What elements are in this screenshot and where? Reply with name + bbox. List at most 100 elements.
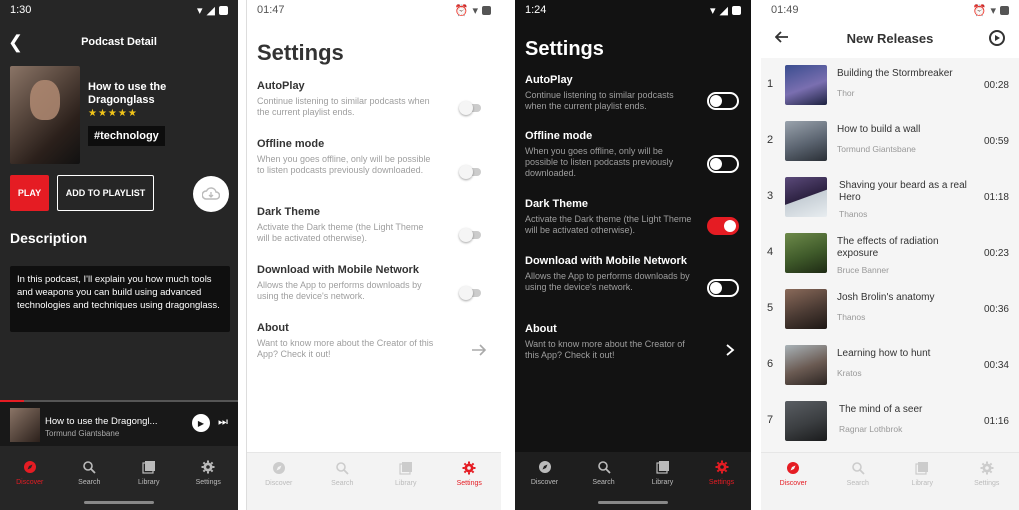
episode-thumbnail <box>785 401 827 441</box>
autoplay-toggle[interactable] <box>459 101 481 115</box>
setting-mobile-download: Download with Mobile Network Allows the … <box>525 255 690 292</box>
chevron-right-icon[interactable] <box>725 343 735 357</box>
list-item[interactable]: 1 Building the Stormbreaker Thor 00:28 <box>761 58 1019 114</box>
setting-mobile-download: Download with Mobile Network Allows the … <box>257 264 422 301</box>
nav-settings[interactable]: Settings <box>438 453 502 510</box>
status-time: 1:24 <box>525 4 547 16</box>
setting-about[interactable]: About Want to know more about the Creato… <box>257 322 437 360</box>
offline-mode-toggle[interactable] <box>459 165 481 179</box>
download-button[interactable] <box>193 176 229 212</box>
episode-thumbnail <box>785 65 827 105</box>
dark-theme-toggle[interactable] <box>707 217 739 235</box>
nav-search[interactable]: Search <box>826 453 891 510</box>
search-icon <box>336 462 349 475</box>
nav-settings[interactable]: Settings <box>179 452 239 510</box>
library-icon <box>142 461 155 474</box>
skip-next-icon[interactable]: ⏭ <box>218 416 228 429</box>
play-button[interactable]: PLAY <box>10 175 49 211</box>
autoplay-toggle[interactable] <box>707 92 739 110</box>
compass-icon <box>787 462 800 474</box>
podcast-title: How to use the Dragonglass <box>88 81 167 106</box>
episode-thumbnail <box>785 233 827 273</box>
home-indicator <box>84 501 154 504</box>
list-item[interactable]: 3 Shaving your beard as a real Hero Than… <box>761 170 1019 226</box>
mobile-download-toggle[interactable] <box>707 279 739 297</box>
library-icon <box>655 461 669 474</box>
mini-player-title: How to use the Dragongl... <box>45 416 158 427</box>
gear-icon <box>980 461 994 475</box>
nav-discover[interactable]: Discover <box>761 453 826 510</box>
settings-dark-screen: 1:24 ▾ ◢ Settings AutoPlay Continue list… <box>515 0 751 510</box>
setting-autoplay: AutoPlay Continue listening to similar p… <box>257 80 430 117</box>
status-icons: ▾ ◢ <box>197 4 228 17</box>
nav-discover[interactable]: Discover <box>515 452 574 510</box>
podcast-cover-image <box>10 66 80 164</box>
list-item[interactable]: 7 The mind of a seer Ragnar Lothbrok 01:… <box>761 394 1019 450</box>
bottom-nav: Discover Search Library Settings <box>247 452 501 510</box>
offline-mode-toggle[interactable] <box>707 155 739 173</box>
play-circle-icon[interactable] <box>989 30 1005 46</box>
setting-offline-mode: Offline mode When you goes offline, only… <box>525 130 674 178</box>
description-text: In this podcast, I'll explain you how mu… <box>10 266 230 332</box>
episode-thumbnail <box>785 289 827 329</box>
nav-settings[interactable]: Settings <box>692 452 751 510</box>
list-item[interactable]: 5 Josh Brolin's anatomy Thanos 00:36 <box>761 282 1019 338</box>
playback-progress <box>0 400 24 402</box>
episode-thumbnail <box>785 345 827 385</box>
setting-autoplay: AutoPlay Continue listening to similar p… <box>525 74 674 111</box>
battery-icon <box>1000 5 1009 15</box>
compass-icon <box>23 461 36 473</box>
rating-stars: ★★★★★ <box>88 108 138 119</box>
status-time: 01:49 <box>771 4 799 16</box>
setting-dark-theme: Dark Theme Activate the Dark theme (the … <box>525 198 692 235</box>
play-icon[interactable]: ▶ <box>192 414 210 432</box>
wifi-icon: ▾ <box>990 4 996 17</box>
mini-player-author: Tormund Giantsbane <box>45 429 120 438</box>
nav-library[interactable]: Library <box>890 453 955 510</box>
library-icon <box>399 462 412 475</box>
signal-icon: ◢ <box>206 4 215 17</box>
battery-icon <box>732 5 741 15</box>
new-releases-screen: 01:49 ⏰ ▾ New Releases 1 Building the St… <box>761 0 1019 510</box>
description-heading: Description <box>10 230 88 246</box>
setting-about[interactable]: About Want to know more about the Creato… <box>525 323 695 361</box>
gear-icon <box>462 461 476 475</box>
compass-icon <box>272 462 285 474</box>
bottom-nav: Discover Search Library Settings <box>515 452 751 510</box>
list-item[interactable]: 6 Learning how to hunt Kratos 00:34 <box>761 338 1019 394</box>
list-item[interactable]: 4 The effects of radiation exposure Bruc… <box>761 226 1019 282</box>
page-title: Settings <box>257 40 344 65</box>
status-bar: 1:30 ▾ ◢ <box>0 0 238 20</box>
status-bar: 01:49 ⏰ ▾ <box>761 0 1019 20</box>
mobile-download-toggle[interactable] <box>459 286 481 300</box>
library-icon <box>915 462 929 475</box>
mini-player[interactable]: How to use the Dragongl... Tormund Giant… <box>0 400 238 446</box>
nav-discover[interactable]: Discover <box>0 452 60 510</box>
arrow-right-icon[interactable] <box>471 343 487 357</box>
nav-discover[interactable]: Discover <box>247 453 311 510</box>
add-to-playlist-button[interactable]: ADD TO PLAYLIST <box>57 175 154 211</box>
setting-offline-mode: Offline mode When you goes offline, only… <box>257 138 431 175</box>
nav-library[interactable]: Library <box>374 453 438 510</box>
page-title: Settings <box>525 38 604 60</box>
signal-icon: ◢ <box>719 4 728 17</box>
tag-chip[interactable]: #technology <box>88 126 165 146</box>
list-item[interactable]: 2 How to build a wall Tormund Giantsbane… <box>761 114 1019 170</box>
release-list: 1 Building the Stormbreaker Thor 00:28 2… <box>761 58 1019 458</box>
setting-dark-theme: Dark Theme Activate the Dark theme (the … <box>257 206 424 243</box>
podcast-detail-screen: 1:30 ▾ ◢ ❮ Podcast Detail How to use the… <box>0 0 238 510</box>
dark-theme-toggle[interactable] <box>459 228 481 242</box>
status-time: 1:30 <box>10 4 32 16</box>
status-icons: ▾ ◢ <box>710 4 741 17</box>
wifi-icon: ▾ <box>472 4 478 17</box>
nav-search[interactable]: Search <box>311 453 375 510</box>
episode-thumbnail <box>785 121 827 161</box>
app-bar: ❮ Podcast Detail <box>0 32 238 54</box>
page-title: Podcast Detail <box>81 36 157 48</box>
search-icon <box>83 461 96 474</box>
battery-icon <box>482 5 491 15</box>
alarm-icon: ⏰ <box>972 4 987 17</box>
home-indicator <box>598 501 668 504</box>
status-bar: 1:24 ▾ ◢ <box>515 0 751 20</box>
nav-settings[interactable]: Settings <box>955 453 1019 510</box>
